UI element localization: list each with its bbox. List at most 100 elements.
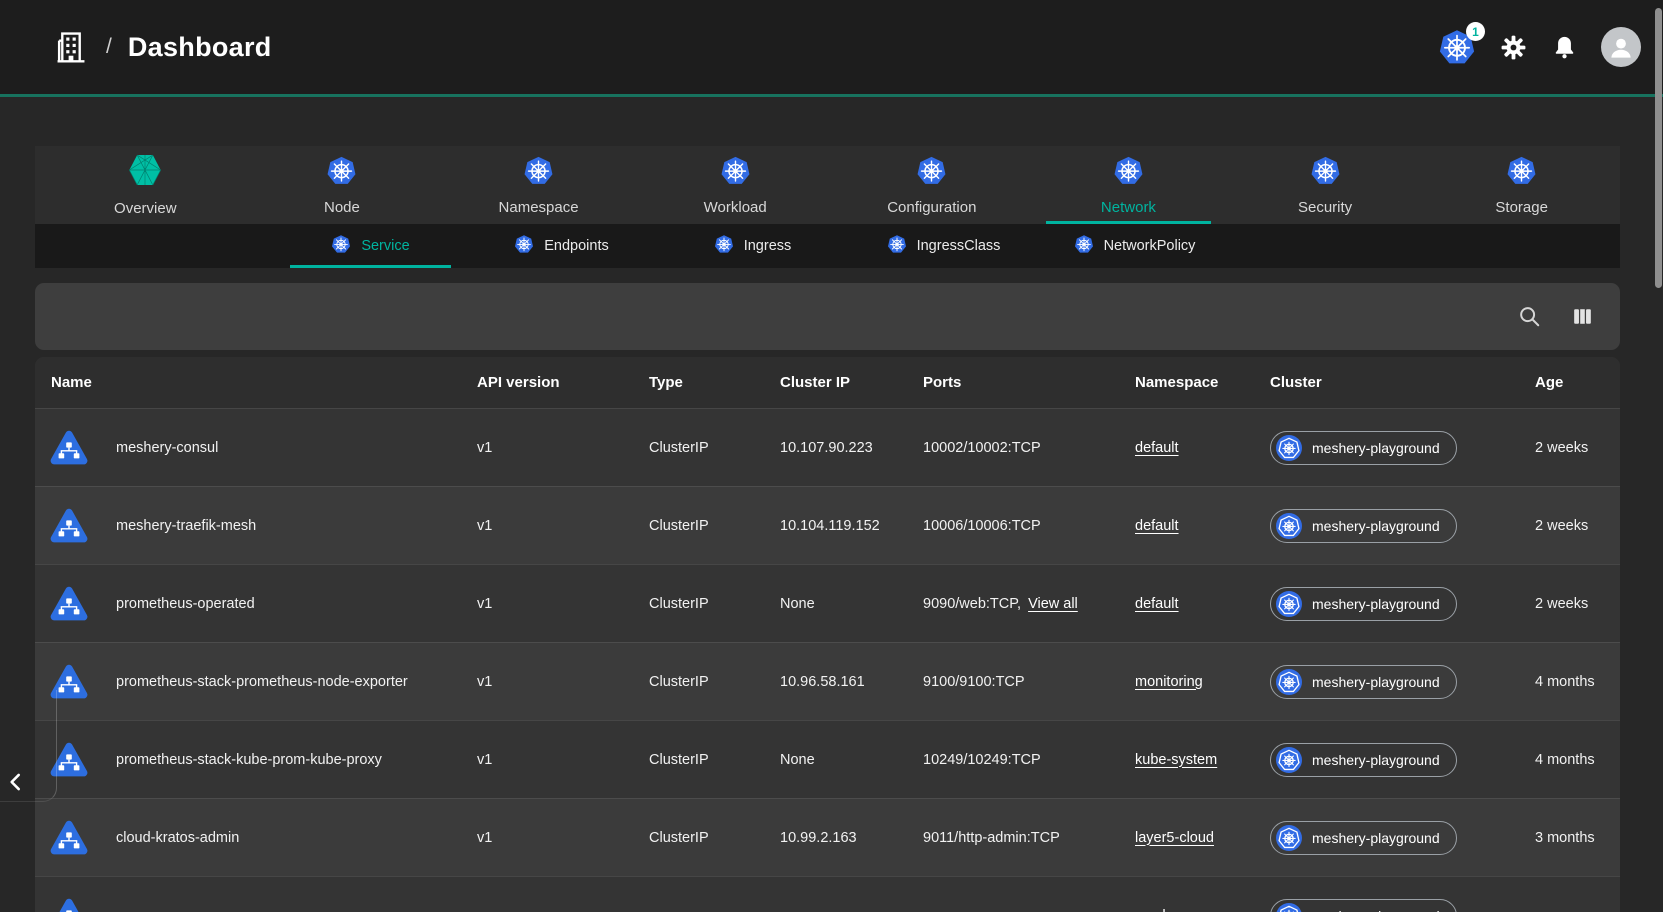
tab-label: Network [1101, 199, 1156, 216]
ports-cell: 10006/10006:TCP [923, 518, 1135, 534]
cluster-chip[interactable]: meshery-playground [1270, 509, 1457, 543]
service-icon [49, 818, 89, 858]
subtab-indicator [290, 265, 450, 268]
namespace-link[interactable]: default [1135, 518, 1179, 534]
service-name: cloud-kratos-admin [116, 830, 239, 846]
namespace-link[interactable]: default [1135, 440, 1179, 456]
table-row[interactable]: prometheus-stack-prometheus-node-exporte… [35, 642, 1620, 720]
cluster-chip[interactable]: meshery-playground [1270, 431, 1457, 465]
cluster-chip-label: meshery-playground [1312, 440, 1440, 456]
network-subtabs: ServiceEndpointsIngressIngressClassNetwo… [35, 224, 1620, 268]
chevron-left-icon[interactable] [3, 769, 29, 797]
scrollbar-thumb[interactable] [1655, 8, 1662, 288]
breadcrumb: / Dashboard [52, 27, 272, 67]
view-all-link[interactable]: View all [1028, 596, 1078, 612]
column-header-cluster[interactable]: Cluster [1270, 374, 1535, 391]
column-header-name[interactable]: Name [35, 374, 477, 391]
subtab-ingressclass[interactable]: IngressClass [848, 224, 1039, 268]
namespace-link[interactable]: meshery [1135, 908, 1191, 912]
service-name: meshery-traefik-mesh [116, 518, 256, 534]
tab-label: Storage [1495, 199, 1548, 216]
table-row[interactable]: meshery meshery-playground [35, 876, 1620, 912]
top-app-bar: / Dashboard 1 [0, 0, 1663, 97]
kubernetes-icon [714, 234, 734, 259]
table-row[interactable]: cloud-kratos-adminv1ClusterIP10.99.2.163… [35, 798, 1620, 876]
column-header-type[interactable]: Type [649, 374, 780, 391]
service-name: prometheus-stack-kube-prom-kube-proxy [116, 752, 382, 768]
namespace-link[interactable]: default [1135, 596, 1179, 612]
cluster-chip[interactable]: meshery-playground [1270, 743, 1457, 777]
kubernetes-icon [1074, 234, 1094, 259]
table-toolbar [35, 283, 1620, 350]
service-icon [49, 506, 89, 546]
kubernetes-icon [514, 234, 534, 259]
name-cell [35, 896, 477, 912]
tab-workload[interactable]: Workload [637, 146, 834, 224]
cluster-chip[interactable]: meshery-playground [1270, 587, 1457, 621]
context-count-badge: 1 [1466, 22, 1485, 41]
namespace-link[interactable]: monitoring [1135, 674, 1203, 690]
kubernetes-context-icon[interactable]: 1 [1438, 28, 1476, 66]
namespace-link[interactable]: layer5-cloud [1135, 830, 1214, 846]
cluster-cell: meshery-playground [1270, 665, 1535, 699]
column-header-age[interactable]: Age [1535, 374, 1620, 391]
table-row[interactable]: prometheus-stack-kube-prom-kube-proxyv1C… [35, 720, 1620, 798]
ports-cell: 9011/http-admin:TCP [923, 830, 1135, 846]
tab-network[interactable]: Network [1030, 146, 1227, 224]
tab-label: Namespace [499, 199, 579, 216]
tab-storage[interactable]: Storage [1423, 146, 1620, 224]
tab-node[interactable]: Node [244, 146, 441, 224]
subtab-service[interactable]: Service [275, 224, 466, 268]
table-row[interactable]: prometheus-operatedv1ClusterIPNone9090/w… [35, 564, 1620, 642]
kubernetes-icon [720, 155, 751, 191]
table-header-row: NameAPI versionTypeCluster IPPortsNamesp… [35, 357, 1620, 408]
notifications-bell-icon[interactable] [1550, 33, 1578, 61]
subtab-endpoints[interactable]: Endpoints [466, 224, 657, 268]
kubernetes-icon [326, 155, 357, 191]
type-cell: ClusterIP [649, 830, 780, 846]
search-icon[interactable] [1515, 303, 1543, 331]
tab-namespace[interactable]: Namespace [440, 146, 637, 224]
column-header-ports[interactable]: Ports [923, 374, 1135, 391]
tab-label: Workload [704, 199, 767, 216]
tab-label: Security [1298, 199, 1352, 216]
cluster-chip[interactable]: meshery-playground [1270, 899, 1457, 912]
ports-value: 10006/10006:TCP [923, 518, 1041, 534]
ports-value: 9100/9100:TCP [923, 674, 1025, 690]
service-name: meshery-consul [116, 440, 218, 456]
name-cell: prometheus-operated [35, 584, 477, 624]
age-cell: 2 weeks [1535, 518, 1620, 534]
building-icon[interactable] [52, 27, 90, 67]
cluster-ip-cell: 10.99.2.163 [780, 830, 923, 846]
resource-tabs: Overview Node Namespace Workload Configurati… [35, 146, 1620, 224]
cluster-ip-cell: 10.107.90.223 [780, 440, 923, 456]
account-avatar[interactable] [1601, 27, 1641, 67]
subtab-networkpolicy[interactable]: NetworkPolicy [1039, 224, 1230, 268]
cluster-chip-label: meshery-playground [1312, 752, 1440, 768]
meshery-icon [128, 153, 162, 192]
services-table: NameAPI versionTypeCluster IPPortsNamesp… [35, 357, 1620, 912]
tab-configuration[interactable]: Configuration [834, 146, 1031, 224]
column-header-namespace[interactable]: Namespace [1135, 374, 1270, 391]
subtab-ingress[interactable]: Ingress [657, 224, 848, 268]
column-header-api-version[interactable]: API version [477, 374, 649, 391]
table-row[interactable]: meshery-consulv1ClusterIP10.107.90.22310… [35, 408, 1620, 486]
tab-security[interactable]: Security [1227, 146, 1424, 224]
namespace-link[interactable]: kube-system [1135, 752, 1217, 768]
kubernetes-icon [916, 155, 947, 191]
table-row[interactable]: meshery-traefik-meshv1ClusterIP10.104.11… [35, 486, 1620, 564]
column-header-cluster-ip[interactable]: Cluster IP [780, 374, 923, 391]
name-cell: prometheus-stack-prometheus-node-exporte… [35, 662, 477, 702]
name-cell: cloud-kratos-admin [35, 818, 477, 858]
type-cell: ClusterIP [649, 752, 780, 768]
tab-label: Overview [114, 200, 177, 217]
cluster-chip[interactable]: meshery-playground [1270, 821, 1457, 855]
name-cell: meshery-traefik-mesh [35, 506, 477, 546]
type-cell: ClusterIP [649, 674, 780, 690]
view-columns-icon[interactable] [1568, 303, 1596, 331]
cluster-chip[interactable]: meshery-playground [1270, 665, 1457, 699]
tab-overview[interactable]: Overview [47, 146, 244, 224]
settings-gear-icon[interactable] [1499, 33, 1527, 61]
ports-cell: 10002/10002:TCP [923, 440, 1135, 456]
type-cell: ClusterIP [649, 440, 780, 456]
